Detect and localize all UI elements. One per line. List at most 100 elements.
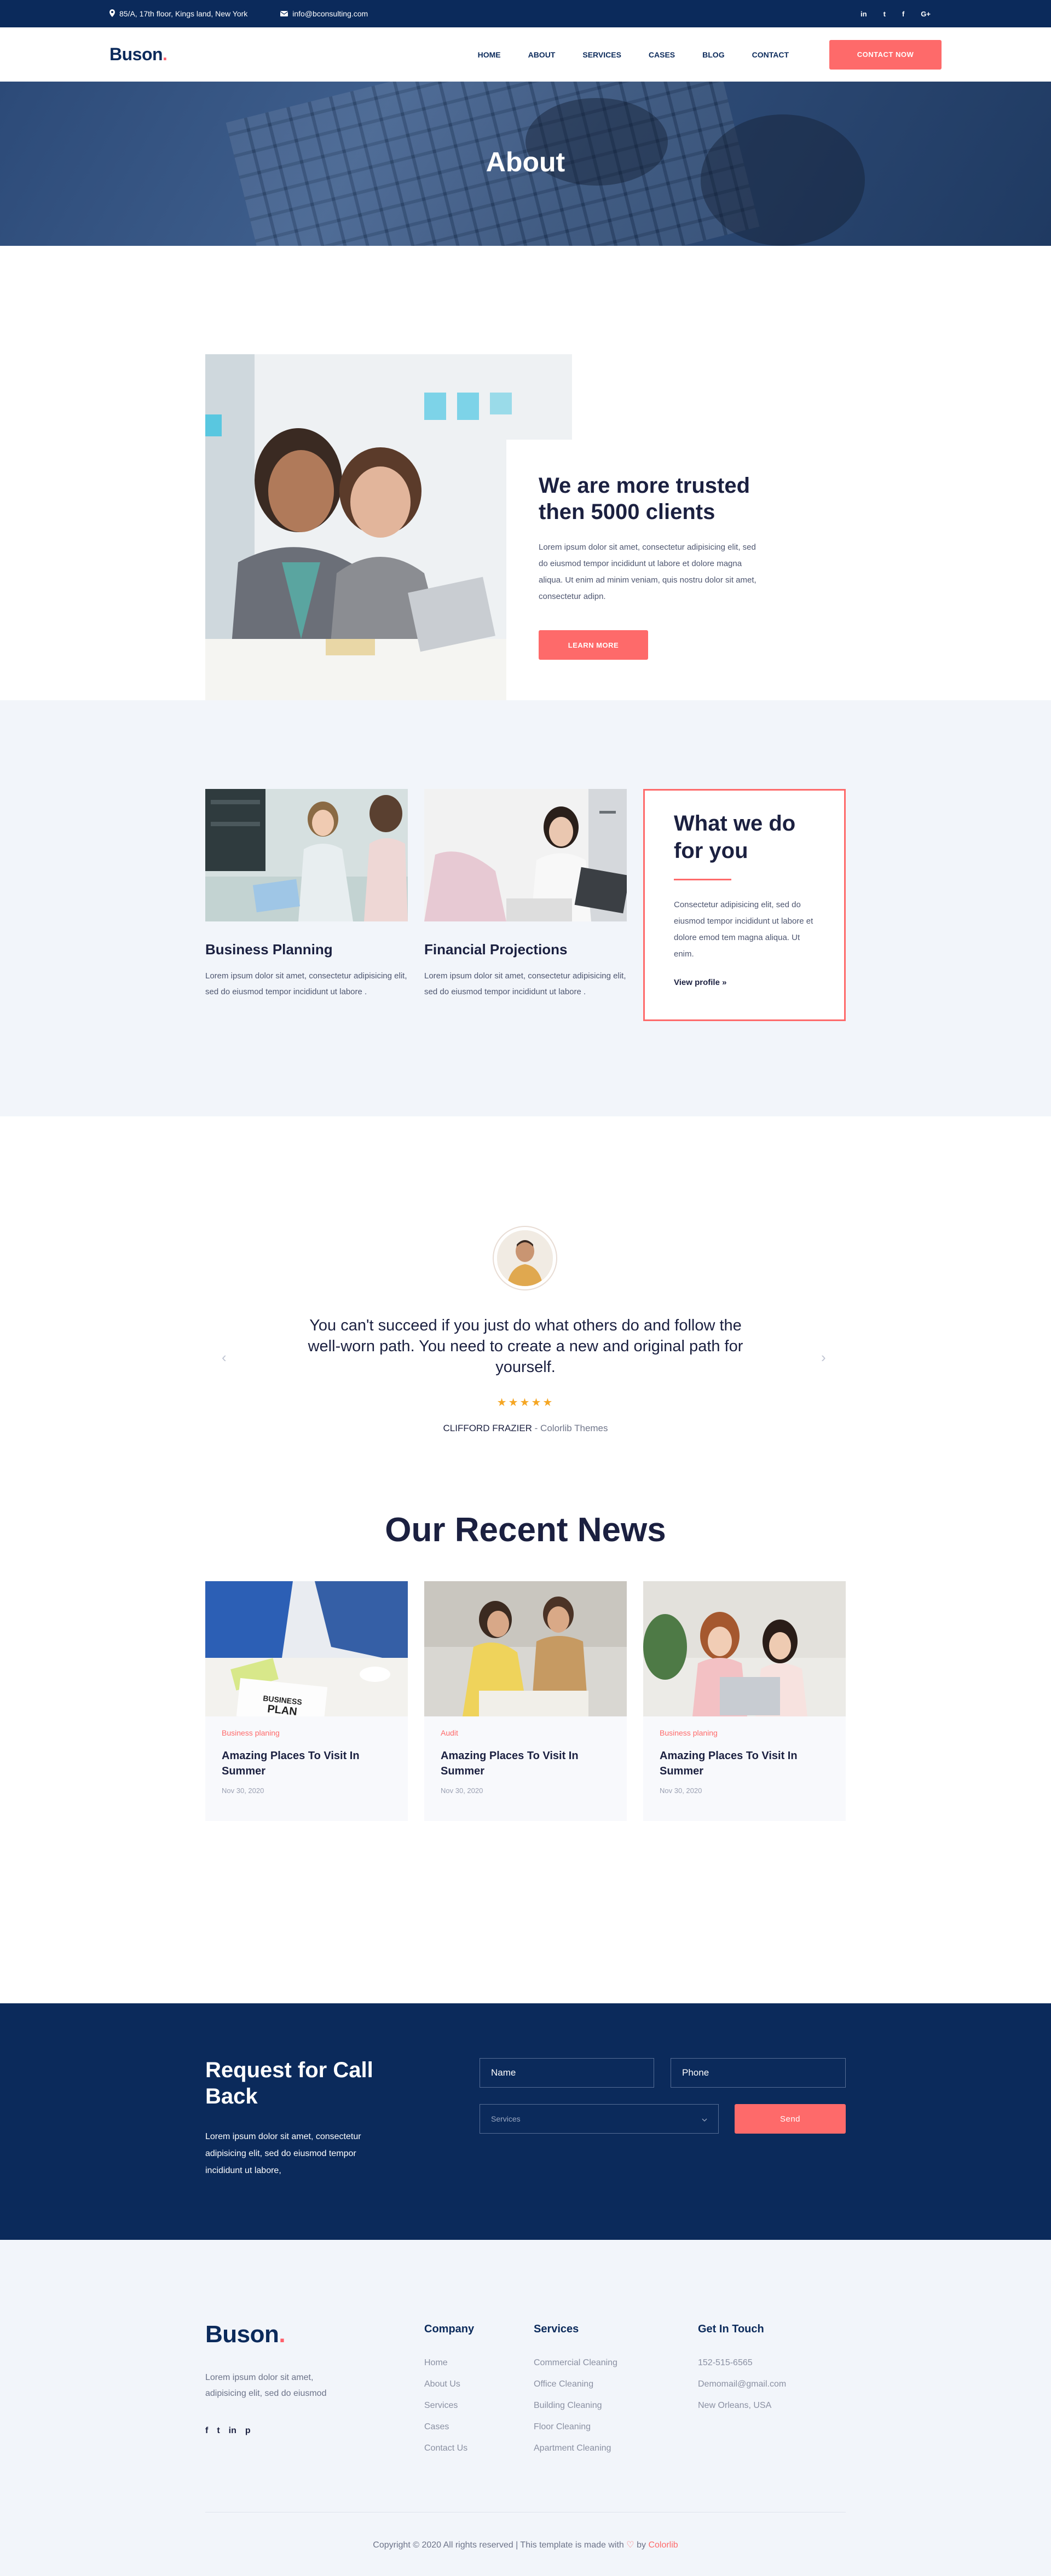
phone-field[interactable]: Phone <box>671 2058 846 2088</box>
hero-hand-image <box>701 114 865 246</box>
footer-social-links: f t in p <box>205 2426 251 2436</box>
news-category[interactable]: Audit <box>441 1728 610 1737</box>
footer-logo-text[interactable]: Buson <box>205 2321 279 2348</box>
header: Buson. HOME ABOUT SERVICES CASES BLOG CO… <box>0 27 1051 82</box>
linkedin-icon[interactable]: in <box>861 10 867 18</box>
news-image[interactable] <box>643 1581 846 1716</box>
copyright: Copyright © 2020 All rights reserved | T… <box>0 2539 1051 2550</box>
footer-logo[interactable]: Buson. <box>205 2321 286 2348</box>
logo[interactable]: Buson. <box>109 44 168 65</box>
footer-link[interactable]: Apartment Cleaning <box>534 2437 617 2459</box>
view-profile-link[interactable]: View profile » <box>674 978 815 987</box>
footer-column-title: Get In Touch <box>698 2323 764 2335</box>
about-text: Lorem ipsum dolor sit amet, consectetur … <box>539 543 757 601</box>
news-card[interactable]: BUSINESS PLAN Business planing Amazing P… <box>205 1581 408 1821</box>
prev-arrow-icon[interactable]: ‹ <box>222 1349 227 1366</box>
send-button[interactable]: Send <box>735 2104 846 2134</box>
top-bar: 85/A, 17th floor, Kings land, New York i… <box>0 0 1051 27</box>
footer-link[interactable]: Cases <box>424 2416 474 2437</box>
facebook-icon[interactable]: f <box>205 2426 208 2436</box>
next-arrow-icon[interactable]: › <box>821 1349 826 1366</box>
about-section: We are more trusted then 5000 clients Lo… <box>0 246 1051 700</box>
topbar-social-links: in t f G+ <box>861 10 931 18</box>
logo-dot: . <box>163 44 168 64</box>
page-hero: About <box>0 82 1051 246</box>
news-post-title[interactable]: Amazing Places To Visit In Summer <box>441 1748 610 1779</box>
title-underline <box>674 879 731 880</box>
footer-link[interactable]: Commercial Cleaning <box>534 2352 617 2373</box>
services-select-value: Services <box>491 2114 521 2123</box>
news-card[interactable]: Audit Amazing Places To Visit In Summer … <box>424 1581 627 1821</box>
google-plus-icon[interactable]: G+ <box>921 10 931 18</box>
footer-link[interactable]: Floor Cleaning <box>534 2416 617 2437</box>
service-image-business-planning <box>205 789 408 921</box>
service-text: Lorem ipsum dolor sit amet, consectetur … <box>205 971 407 996</box>
contact-now-button[interactable]: CONTACT NOW <box>829 39 942 70</box>
footer-column-contact: Get In Touch 152-515-6565 Demomail@gmail… <box>698 2323 786 2416</box>
nav-services[interactable]: SERVICES <box>582 50 621 59</box>
footer-link[interactable]: Home <box>424 2352 474 2373</box>
footer-link[interactable]: Contact Us <box>424 2437 474 2459</box>
what-we-do-text: Consectetur adipisicing elit, sed do eiu… <box>674 900 813 959</box>
news-category[interactable]: Business planing <box>660 1728 829 1737</box>
twitter-icon[interactable]: t <box>883 10 886 18</box>
testimonial-quote: You can't succeed if you just do what ot… <box>308 1317 743 1376</box>
testimonial-author: CLIFFORD FRAZIER - Colorlib Themes <box>0 1423 1051 1434</box>
pinterest-icon[interactable]: p <box>245 2426 251 2436</box>
name-field[interactable]: Name <box>480 2058 654 2088</box>
nav-blog[interactable]: BLOG <box>702 50 724 59</box>
news-date: Nov 30, 2020 <box>441 1787 483 1795</box>
testimonial-section: ‹ › You can't succeed if you just do wha… <box>0 1116 1051 1494</box>
nav-contact[interactable]: CONTACT <box>752 50 789 59</box>
service-title[interactable]: Business Planning <box>205 941 408 958</box>
logo-text[interactable]: Buson <box>109 44 163 64</box>
news-title: Our Recent News <box>385 1511 666 1549</box>
email-info[interactable]: info@bconsulting.com <box>280 9 368 18</box>
rating-stars: ★★★★★ <box>496 1397 555 1409</box>
envelope-icon <box>280 9 288 18</box>
service-card: Financial Projections Lorem ipsum dolor … <box>424 789 627 1000</box>
what-we-do-box: What we do for you Consectetur adipisici… <box>643 789 846 1021</box>
colorlib-link[interactable]: Colorlib <box>648 2540 678 2550</box>
footer-about-text: Lorem ipsum dolor sit amet, adipisicing … <box>205 2373 327 2398</box>
footer-link[interactable]: Services <box>424 2395 474 2416</box>
footer-column-title: Company <box>424 2323 475 2335</box>
news-date: Nov 30, 2020 <box>222 1787 264 1795</box>
news-card[interactable]: Business planing Amazing Places To Visit… <box>643 1581 846 1821</box>
footer-email[interactable]: Demomail@gmail.com <box>698 2373 786 2395</box>
news-post-title[interactable]: Amazing Places To Visit In Summer <box>660 1748 829 1779</box>
what-we-do-title: What we do for you <box>674 811 796 863</box>
news-image[interactable] <box>424 1581 627 1716</box>
email-text[interactable]: info@bconsulting.com <box>292 9 368 18</box>
services-select[interactable]: Services <box>480 2104 719 2134</box>
facebook-icon[interactable]: f <box>902 10 904 18</box>
footer-column-company: Company Home About Us Services Cases Con… <box>424 2323 474 2459</box>
nav-home[interactable]: HOME <box>478 50 501 59</box>
callback-title: Request for Call Back <box>205 2058 373 2108</box>
copyright-text: Copyright © 2020 All rights reserved | T… <box>373 2540 624 2550</box>
footer: Buson. Lorem ipsum dolor sit amet, adipi… <box>0 2240 1051 2576</box>
chevron-down-icon <box>702 2114 707 2123</box>
service-card: Business Planning Lorem ipsum dolor sit … <box>205 789 408 1000</box>
service-title[interactable]: Financial Projections <box>424 941 627 958</box>
news-post-title[interactable]: Amazing Places To Visit In Summer <box>222 1748 391 1779</box>
copyright-by: by <box>637 2540 646 2550</box>
footer-link[interactable]: Building Cleaning <box>534 2395 617 2416</box>
main-nav: HOME ABOUT SERVICES CASES BLOG CONTACT <box>478 50 789 59</box>
footer-phone[interactable]: 152-515-6565 <box>698 2352 786 2373</box>
news-category[interactable]: Business planing <box>222 1728 391 1737</box>
twitter-icon[interactable]: t <box>217 2426 220 2436</box>
linkedin-icon[interactable]: in <box>229 2426 236 2436</box>
address-text: 85/A, 17th floor, Kings land, New York <box>119 9 248 18</box>
callback-text: Lorem ipsum dolor sit amet, consectetur … <box>205 2132 361 2175</box>
location-pin-icon <box>109 9 115 19</box>
learn-more-button[interactable]: LEARN MORE <box>539 630 648 660</box>
nav-cases[interactable]: CASES <box>649 50 675 59</box>
news-image[interactable]: BUSINESS PLAN <box>205 1581 408 1716</box>
heart-icon: ♡ <box>626 2540 634 2550</box>
footer-link[interactable]: About Us <box>424 2373 474 2395</box>
news-date: Nov 30, 2020 <box>660 1787 702 1795</box>
nav-about[interactable]: ABOUT <box>528 50 556 59</box>
footer-link[interactable]: Office Cleaning <box>534 2373 617 2395</box>
footer-column-title: Services <box>534 2323 579 2335</box>
